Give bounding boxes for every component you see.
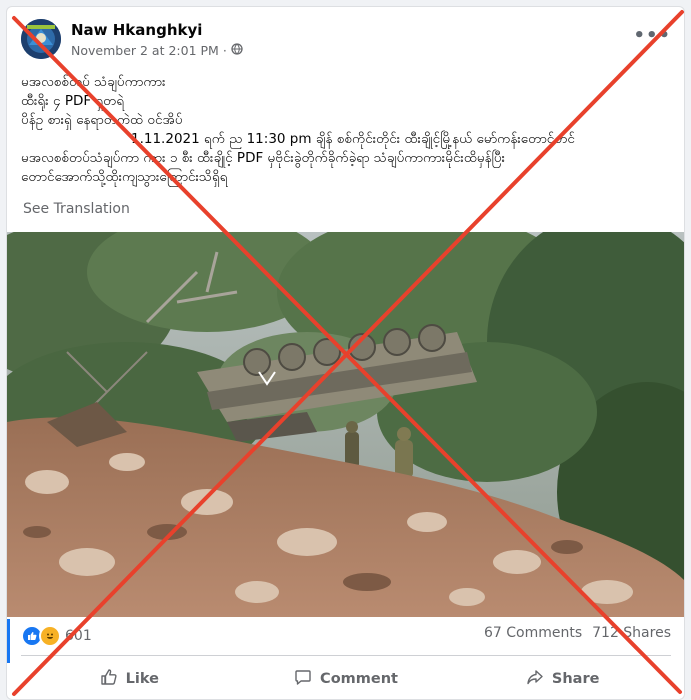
globe-icon bbox=[231, 43, 243, 58]
share-icon bbox=[526, 668, 544, 690]
post-text-line: ထီးရိုး ၄ PDF ရှတရဲ bbox=[21, 93, 125, 109]
reaction-count: 601 bbox=[65, 628, 92, 644]
shares-count[interactable]: 712 Shares bbox=[592, 625, 671, 641]
divider bbox=[21, 655, 671, 656]
comment-button[interactable]: Comment bbox=[238, 659, 455, 699]
post-actions: Like Comment Share bbox=[21, 659, 671, 699]
post-text-line: တောင်အောက်သို့ထိုးကျသွားကြောင်းသိရှိရ bbox=[21, 169, 228, 185]
post-meta: November 2 at 2:01 PM · bbox=[71, 43, 243, 58]
engagement-counts: 67 Comments 712 Shares bbox=[484, 625, 671, 641]
share-button[interactable]: Share bbox=[454, 659, 671, 699]
see-translation-link[interactable]: See Translation bbox=[23, 201, 130, 217]
haha-reaction-icon bbox=[39, 625, 61, 647]
timestamp[interactable]: November 2 at 2:01 PM bbox=[71, 43, 219, 58]
post-stats: 601 67 Comments 712 Shares bbox=[21, 625, 671, 649]
focus-bar bbox=[7, 619, 10, 663]
more-icon[interactable]: ••• bbox=[633, 25, 671, 46]
like-button[interactable]: Like bbox=[21, 659, 238, 699]
post-text-line: 1.11.2021 ရက် ည 11:30 pm ချိန် စစ်ကိုင်း… bbox=[131, 131, 575, 147]
comments-count[interactable]: 67 Comments bbox=[484, 625, 582, 641]
post-header: Naw Hkanghkyi November 2 at 2:01 PM · ••… bbox=[21, 19, 671, 69]
post-text-line: မအလစစ်တပ်သံချပ်ကာ ကား ၁ စီး ထီးချိုင့် P… bbox=[21, 150, 506, 166]
post-photo[interactable] bbox=[7, 232, 684, 617]
facebook-post: Naw Hkanghkyi November 2 at 2:01 PM · ••… bbox=[6, 6, 685, 700]
post-text: မအလစစ်တပ် သံချပ်ကာကား ထီးရိုး ၄ PDF ရှတရ… bbox=[21, 73, 661, 187]
like-label: Like bbox=[125, 671, 159, 687]
author-name[interactable]: Naw Hkanghkyi bbox=[71, 21, 202, 39]
post-text-line: မအလစစ်တပ် သံချပ်ကာကား bbox=[21, 74, 166, 90]
like-icon bbox=[100, 668, 118, 690]
meta-separator: · bbox=[222, 43, 227, 58]
comment-icon bbox=[294, 668, 312, 690]
reactions[interactable]: 601 bbox=[21, 625, 92, 647]
post-text-line: ပိန်ဥ စားရှဲ နေရာတကဲထဲ ဝင်အိပ် bbox=[21, 112, 183, 128]
avatar[interactable] bbox=[21, 19, 61, 59]
comment-label: Comment bbox=[320, 671, 398, 687]
share-label: Share bbox=[551, 671, 600, 687]
